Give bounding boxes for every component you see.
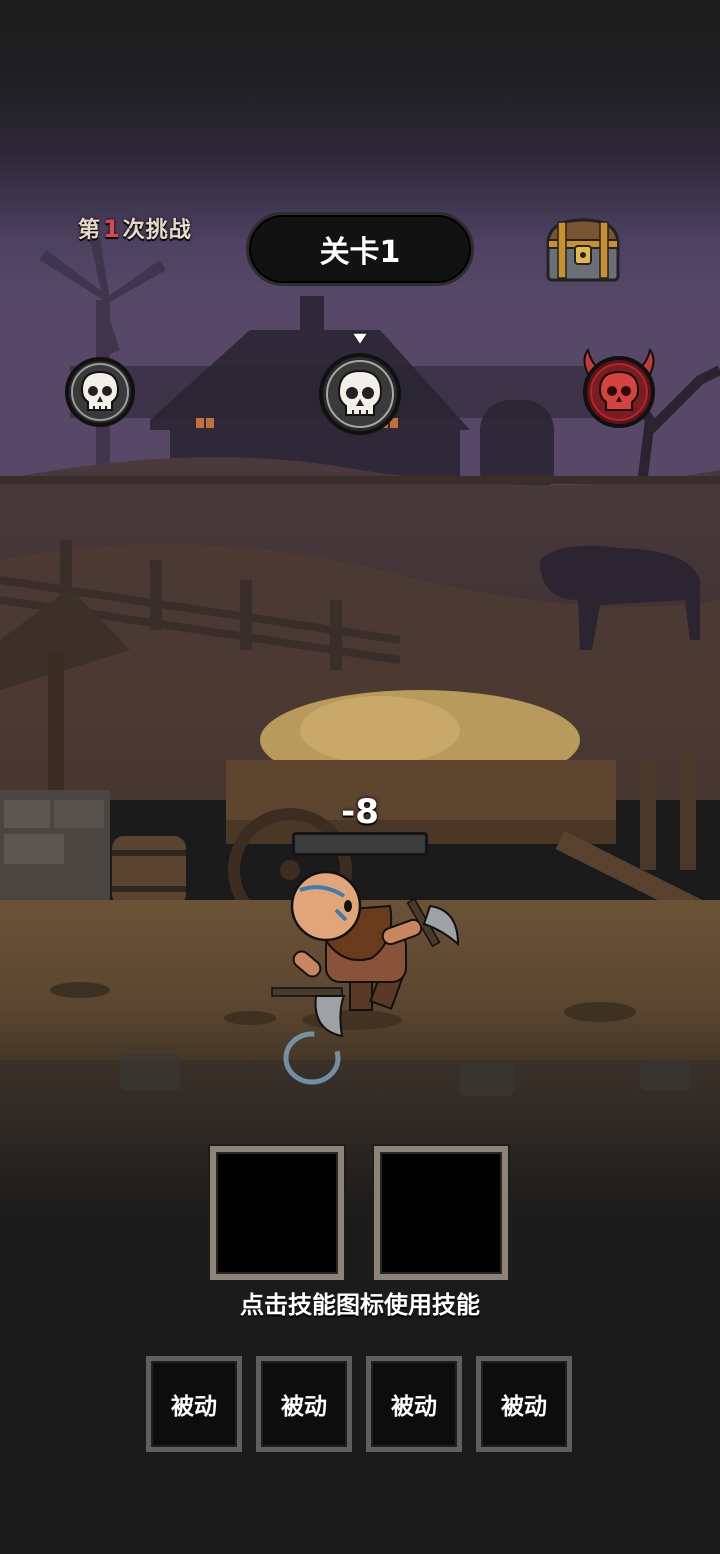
- passive-slot-label: 被动: [501, 1394, 547, 1420]
- passive-slot-2[interactable]: 被动: [256, 1356, 352, 1452]
- passive-slot-label: 被动: [171, 1394, 217, 1420]
- skill-usage-hint: 点击技能图标使用技能: [240, 1291, 480, 1319]
- attempt-counter: 第1次挑战: [78, 212, 192, 244]
- current-stage-pointer-icon: [351, 332, 369, 346]
- attempt-number: 1: [103, 215, 121, 243]
- enemy-health-bar: [292, 832, 428, 856]
- skull-icon: [80, 370, 120, 411]
- skill-slot-1[interactable]: [210, 1146, 344, 1280]
- passive-slot-label: 被动: [281, 1394, 327, 1420]
- skull-icon: [337, 369, 383, 416]
- passive-slot-3[interactable]: 被动: [366, 1356, 462, 1452]
- treasure-chest-icon[interactable]: [544, 216, 622, 282]
- attempt-prefix: 第: [78, 218, 102, 243]
- damage-number: -8: [341, 792, 379, 832]
- level-title: 关卡1: [319, 235, 401, 270]
- stage-node-boss: [583, 348, 655, 428]
- target-ring-indicator: [283, 1031, 341, 1085]
- skill-slot-2[interactable]: [374, 1146, 508, 1280]
- demon-skull-icon: [598, 370, 640, 411]
- stage-node-skull-current: [319, 353, 401, 435]
- passive-slot-4[interactable]: 被动: [476, 1356, 572, 1452]
- passive-slot-label: 被动: [391, 1394, 437, 1420]
- attempt-suffix: 次挑战: [122, 218, 192, 243]
- level-title-pill: 关卡1: [246, 212, 474, 286]
- passive-slot-1[interactable]: 被动: [146, 1356, 242, 1452]
- stage-node-skull-1: [65, 357, 135, 427]
